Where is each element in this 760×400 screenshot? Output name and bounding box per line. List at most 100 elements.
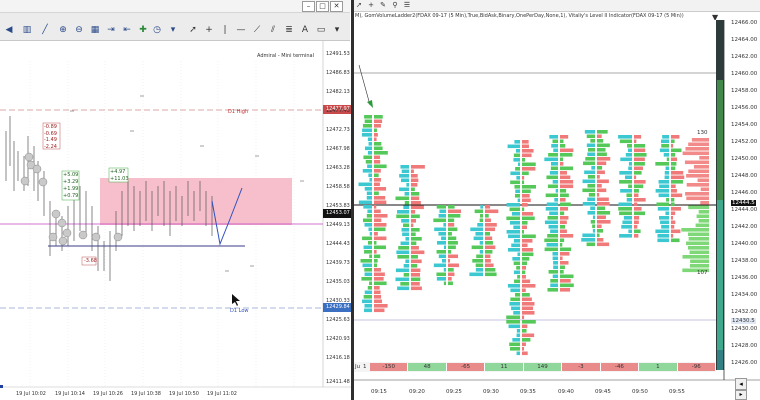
- ask-volume-bar: [448, 232, 452, 236]
- level2-bid-bar: [698, 210, 709, 214]
- ask-volume-bar: [522, 194, 530, 198]
- cursor-icon[interactable]: ➚: [354, 0, 364, 10]
- label-tool-icon[interactable]: ▭: [314, 24, 328, 36]
- ask-volume-bar: [671, 225, 675, 229]
- bid-volume-bar: [358, 182, 372, 187]
- ask-volume-bar: [374, 295, 382, 299]
- bid-volume-bar: [592, 224, 595, 229]
- vertical-line-icon[interactable]: |: [218, 24, 232, 36]
- price-tick: 12432.00: [731, 309, 758, 315]
- scroll-icon[interactable]: ⇥: [104, 24, 118, 36]
- price-tick: 12452.00: [731, 139, 758, 145]
- bid-volume-bar: [544, 238, 558, 243]
- bid-volume-bar: [587, 152, 595, 157]
- channel-icon[interactable]: ⫽: [266, 24, 280, 36]
- bid-volume-bar: [552, 274, 558, 279]
- maximize-button[interactable]: □: [316, 1, 329, 12]
- bid-volume-bar: [361, 277, 372, 281]
- bid-volume-bar: [546, 243, 558, 247]
- bid-volume-bar: [470, 227, 483, 232]
- level2-top-count: 130: [697, 130, 708, 136]
- ask-volume-bar: [634, 171, 642, 175]
- bid-volume-bar: [553, 148, 558, 153]
- bid-volume-bar: [364, 223, 372, 227]
- bid-volume-bar: [403, 264, 409, 268]
- shift-icon[interactable]: ⇤: [120, 24, 134, 36]
- bid-volume-bar: [479, 241, 483, 245]
- text-tool-icon[interactable]: A: [298, 24, 312, 36]
- bid-volume-bar: [662, 135, 669, 139]
- ask-volume-bar: [374, 142, 382, 146]
- bid-volume-bar: [628, 229, 632, 234]
- ask-volume-bar: [634, 198, 646, 202]
- price-tick: 12435.03: [326, 279, 350, 285]
- ask-volume-bar: [634, 153, 647, 157]
- ask-volume-bar: [634, 166, 643, 171]
- left-window-title: Admiral - Mini terminal: [257, 53, 314, 59]
- ask-volume-bar: [411, 259, 422, 264]
- ask-volume-bar: [597, 143, 610, 148]
- right-current-price-badge: 12444.5: [731, 200, 756, 206]
- right-chart[interactable]: [354, 20, 760, 400]
- period-icon[interactable]: ◷: [150, 24, 164, 36]
- bid-volume-bar: [618, 207, 632, 211]
- zoom-in-icon[interactable]: ⊕: [56, 24, 70, 36]
- ask-volume-bar: [374, 205, 377, 209]
- bid-volume-bar: [549, 211, 558, 216]
- trendline-icon[interactable]: ⟋: [250, 24, 264, 36]
- crosshair-icon[interactable]: +: [202, 24, 216, 36]
- green-annotation-box: +5.09 +3.29 +1.99 +0.79: [63, 172, 78, 200]
- magnify-icon[interactable]: ⚲: [390, 0, 400, 10]
- ask-volume-bar: [374, 214, 388, 218]
- line-chart-icon[interactable]: ╱: [38, 24, 52, 36]
- horizontal-line-icon[interactable]: —: [234, 24, 248, 36]
- cursor-icon[interactable]: ➚: [186, 24, 200, 36]
- ask-volume-bar: [522, 167, 536, 171]
- scroll-left-button[interactable]: ◂: [735, 378, 747, 390]
- crosshair-icon[interactable]: +: [366, 0, 376, 10]
- bid-volume-bar: [514, 279, 520, 284]
- bid-volume-bar: [664, 171, 669, 175]
- bid-volume-bar: [621, 225, 632, 229]
- left-window-titlebar: [0, 0, 350, 13]
- ask-volume-bar: [634, 135, 642, 139]
- ask-volume-bar: [522, 234, 536, 239]
- ask-volume-bar: [671, 211, 676, 216]
- scroll-right-button[interactable]: ▸: [735, 390, 747, 400]
- close-button[interactable]: ✕: [330, 1, 343, 12]
- grid-icon[interactable]: ▦: [88, 24, 102, 36]
- bar-chart-icon[interactable]: ▥: [20, 24, 34, 36]
- ask-volume-bar: [597, 157, 611, 161]
- ask-volume-bar: [560, 243, 563, 247]
- level2-bid-bar: [687, 246, 709, 250]
- price-tick: 12450.00: [731, 156, 758, 162]
- nav-back-icon[interactable]: ◀: [2, 24, 16, 36]
- ask-volume-bar: [522, 189, 531, 194]
- template-icon[interactable]: ▾: [166, 24, 180, 36]
- bid-volume-bar: [627, 148, 632, 153]
- fibonacci-icon[interactable]: ≣: [282, 24, 296, 36]
- bid-volume-bar: [368, 142, 372, 146]
- arrow-tool-icon[interactable]: ▾: [330, 24, 344, 36]
- bid-volume-bar: [433, 263, 446, 268]
- bid-volume-bar: [549, 171, 558, 175]
- bid-volume-bar: [364, 290, 372, 295]
- zoom-out-icon[interactable]: ⊖: [72, 24, 86, 36]
- price-tick: 12460.00: [731, 71, 758, 77]
- left-chart[interactable]: [0, 41, 352, 400]
- bid-volume-bar: [666, 198, 669, 202]
- minimize-button[interactable]: –: [302, 1, 315, 12]
- ask-volume-bar: [485, 227, 496, 232]
- bid-volume-bar: [516, 333, 520, 338]
- ask-volume-bar: [522, 230, 525, 234]
- delta-cell: 1: [639, 363, 678, 371]
- bid-volume-bar: [404, 201, 409, 205]
- price-tick: 12453.83: [326, 203, 350, 209]
- bid-volume-bar: [436, 241, 446, 245]
- ask-volume-bar: [374, 169, 381, 173]
- bid-volume-bar: [367, 137, 372, 142]
- add-indicator-icon[interactable]: ✚: [136, 24, 150, 36]
- pencil-icon[interactable]: ✎: [378, 0, 388, 10]
- ask-volume-bar: [522, 180, 525, 185]
- properties-icon[interactable]: ☰: [402, 0, 412, 10]
